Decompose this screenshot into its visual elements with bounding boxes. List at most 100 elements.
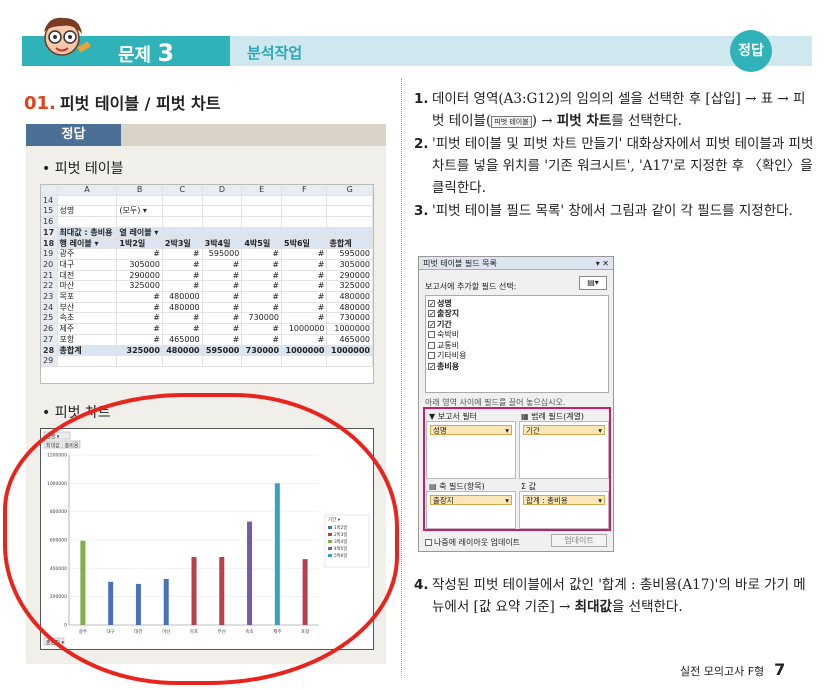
sheet-cell [162, 355, 203, 367]
sheet-cell: 595000 [202, 248, 243, 260]
sheet-cell [326, 205, 373, 218]
zone-filter[interactable]: 성명 ▾ [426, 421, 516, 479]
sheet-cell [202, 216, 243, 228]
table-row: 23 목포 #480000 # # #480000 [41, 291, 373, 303]
field-label: 숙박비 [437, 330, 460, 340]
sheet-cell: 730000 [241, 312, 283, 325]
sheet-cell: 480000 [326, 291, 373, 303]
sheet-cell [326, 216, 373, 228]
pivot-field-list-dialog: 피벗 테이블 필드 목록 ▾ ✕ 보고서에 추가할 필드 선택: ▤▾ ✓ 성명 ✓ 출… [418, 256, 614, 552]
field-label: 기간 [437, 319, 452, 329]
field-item[interactable]: ✓ 성명 [428, 298, 606, 309]
row-number: 24 [41, 302, 58, 314]
update-button[interactable]: 업데이트 [551, 534, 607, 547]
step-3: 3. '피벗 테이블 필드 목록' 창에서 그림과 같이 각 필드를 지정한다. [414, 203, 793, 219]
field-item[interactable]: ✓ 기간 [428, 319, 606, 330]
table-row: 25 속초 # # #730000 #730000 [41, 312, 373, 325]
field-checkbox[interactable]: ✓ [428, 362, 435, 370]
steps-list: 1. 데이터 영역(A3:G12)의 임의의 셀을 선택한 후 [삽입] → 표 … [414, 88, 814, 223]
field-checkbox[interactable] [428, 352, 435, 360]
question-title: 01. 피벗 테이블 / 피벗 차트 [24, 93, 221, 114]
sheet-cell: # [241, 280, 283, 293]
field-checkbox[interactable] [428, 331, 435, 339]
pivot-table-sheet: A B C D E F G 14 15 성명 (모두) ▾ 16 17 최대값 : 총비용 열 레이블 ▾ 1… [40, 184, 374, 384]
column-header-cell: A [57, 185, 118, 196]
pill-values[interactable]: 합계 : 총비용 ▾ [523, 495, 605, 505]
field-checkbox[interactable]: ✓ [428, 320, 435, 328]
sheet-cell [116, 216, 163, 228]
sheet-cell: 1000000 [326, 323, 373, 335]
sheet-cell: 465000 [326, 334, 373, 346]
mascot-icon [44, 17, 91, 56]
table-row: 16 [41, 216, 373, 228]
field-checkbox[interactable]: ✓ [428, 299, 435, 307]
field-label: 성명 [437, 298, 452, 308]
column-header-cell: G [326, 185, 373, 196]
field-item[interactable]: 기타비용 [428, 351, 606, 362]
zone-axis[interactable]: 출장지 ▾ [426, 491, 516, 529]
field-list: ✓ 성명 ✓ 출장지 ✓ 기간 숙박비 교통비 기타비용 ✓ 총비용 [425, 295, 609, 393]
sheet-cell [57, 216, 118, 228]
zone-values[interactable]: 합계 : 총비용 ▾ [519, 491, 609, 529]
step-1: 1. 데이터 영역(A3:G12)의 임의의 셀을 선택한 후 [삽입] → 표 … [414, 91, 806, 129]
sheet-cell: 480000 [162, 291, 203, 303]
sheet-cell [162, 195, 203, 207]
row-number: 23 [41, 291, 58, 303]
row-number: 14 [41, 195, 58, 207]
sheet-cell: 290000 [116, 270, 163, 282]
close-icon[interactable]: ▾ ✕ [596, 257, 609, 269]
sheet-cell: 290000 [326, 270, 373, 282]
row-number: 28 [41, 345, 58, 357]
sheet-cell: # [116, 323, 163, 335]
field-checkbox[interactable]: ✓ [428, 310, 435, 318]
field-checkbox[interactable] [428, 341, 435, 349]
field-item[interactable]: 숙박비 [428, 330, 606, 341]
sheet-cell: 3박4일 [202, 238, 243, 250]
field-item[interactable]: ✓ 총비용 [428, 361, 606, 372]
sheet-cell [326, 227, 373, 239]
sheet-cell: 730000 [241, 345, 283, 357]
sheet-cell: # [162, 312, 203, 325]
pill-axis[interactable]: 출장지 ▾ [430, 495, 512, 505]
sheet-cell: # [116, 291, 163, 303]
table-row: 24 부산 #480000 # # #480000 [41, 302, 373, 314]
choose-fields-label: 보고서에 추가할 필드 선택: [425, 282, 517, 291]
layout-dropdown-button[interactable]: ▤▾ [579, 276, 607, 290]
red-circle-annotation [3, 393, 399, 685]
sheet-cell: # [281, 259, 328, 271]
table-row: 28 총합계 325000 480000 595000 730000 1000000 1000… [41, 345, 373, 357]
row-number: 21 [41, 270, 58, 282]
sheet-column-header: ABCDEFG [41, 185, 373, 196]
table-row: 17 최대값 : 총비용 열 레이블 ▾ [41, 227, 373, 239]
defer-update-checkbox[interactable]: 나중에 레이아웃 업데이트 [425, 537, 520, 548]
sheet-cell: # [241, 259, 283, 271]
sheet-cell: # [202, 270, 243, 282]
field-item[interactable]: ✓ 출장지 [428, 309, 606, 320]
pill-filter[interactable]: 성명 ▾ [430, 425, 512, 435]
sheet-cell: 325000 [116, 280, 163, 293]
step-4: 4. 작성된 피벗 테이블에서 값인 '합계 : 총비용(A17)'의 바로 가기… [414, 577, 806, 615]
sheet-cell: 최대값 : 총비용 [57, 227, 118, 239]
sheet-cell: 목포 [57, 291, 118, 303]
zone-legend[interactable]: 기간 ▾ [519, 421, 609, 479]
sheet-cell: 305000 [116, 259, 163, 271]
field-item[interactable]: 교통비 [428, 340, 606, 351]
sheet-cell: 730000 [326, 312, 373, 325]
table-row: 27 포항 #465000 # # #465000 [41, 334, 373, 346]
sheet-cell: # [162, 280, 203, 293]
sheet-cell: # [281, 280, 328, 293]
table-row: 19 광주 # #595000 # #595000 [41, 248, 373, 260]
sheet-cell [281, 227, 328, 239]
pill-legend[interactable]: 기간 ▾ [523, 425, 605, 435]
sheet-cell: # [202, 323, 243, 335]
sheet-cell [281, 205, 328, 218]
sheet-cell: # [241, 302, 283, 314]
row-number: 15 [41, 205, 58, 218]
sheet-cell: 325000 [116, 345, 163, 357]
subject-label: 분석작업 [247, 44, 303, 62]
sheet-cell: # [162, 270, 203, 282]
sheet-cell: # [241, 323, 283, 335]
sheet-cell: 480000 [326, 302, 373, 314]
sheet-cell: # [202, 291, 243, 303]
sheet-cell [281, 216, 328, 228]
